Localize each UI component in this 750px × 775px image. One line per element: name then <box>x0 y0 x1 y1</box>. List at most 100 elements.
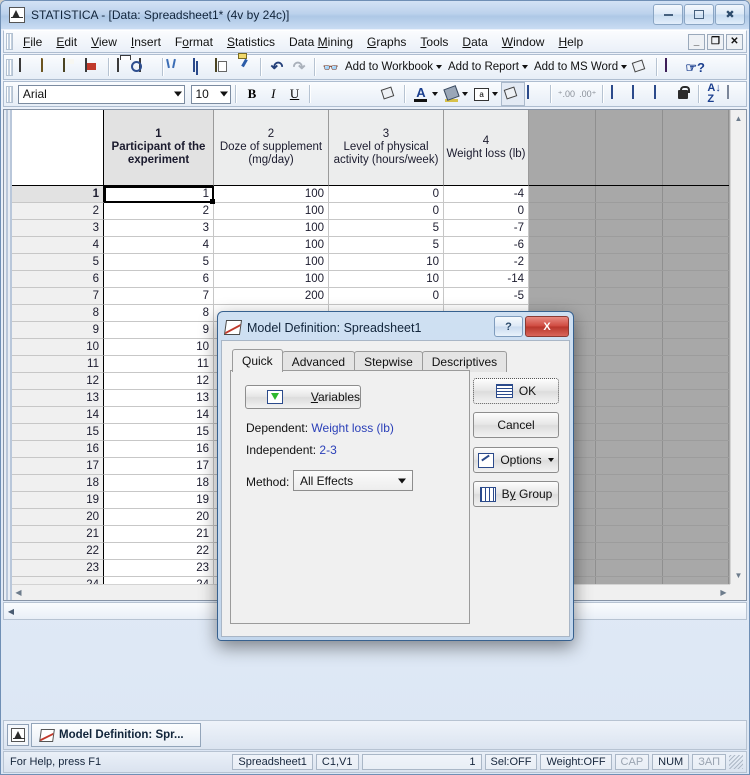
resize-grip[interactable] <box>729 755 743 769</box>
menu-tools[interactable]: Tools <box>413 32 455 52</box>
table-cell[interactable]: 18 <box>104 475 214 492</box>
table-cell[interactable]: 8 <box>104 305 214 322</box>
table-cell[interactable]: 14 <box>104 407 214 424</box>
column-header-4[interactable]: 4 Weight loss (lb) <box>444 110 529 186</box>
underline-button[interactable]: U <box>284 83 305 105</box>
row-header[interactable]: 14 <box>12 407 104 424</box>
vertical-scrollbar[interactable]: ▲ ▼ <box>730 110 746 584</box>
font-size-combo[interactable]: 10 <box>190 84 232 104</box>
menu-data[interactable]: Data <box>455 32 494 52</box>
row-header[interactable]: 21 <box>12 526 104 543</box>
help-pointer-icon[interactable]: ☞? <box>684 56 706 78</box>
format-painter-icon[interactable] <box>234 56 256 78</box>
table-cell[interactable]: 22 <box>104 543 214 560</box>
menu-format[interactable]: Format <box>168 32 220 52</box>
auto-report-icon[interactable] <box>630 56 652 78</box>
table-cell[interactable]: 10 <box>329 271 444 288</box>
table-cell[interactable]: 24 <box>104 577 214 584</box>
redo-icon[interactable]: ↷ <box>288 56 310 78</box>
grid-corner[interactable] <box>12 110 104 186</box>
row-header[interactable]: 7 <box>12 288 104 305</box>
variables-button[interactable]: Variables <box>245 385 361 409</box>
mdi-close-button[interactable]: ✕ <box>726 34 743 50</box>
table-cell[interactable]: 21 <box>104 526 214 543</box>
table-cell[interactable]: 100 <box>214 186 329 203</box>
italic-button[interactable]: I <box>263 83 284 105</box>
eraser-icon[interactable] <box>662 56 684 78</box>
row-header[interactable]: 8 <box>12 305 104 322</box>
open-folder-icon[interactable] <box>38 56 60 78</box>
column-header-3[interactable]: 3 Level of physical activity (hours/week… <box>329 110 444 186</box>
tag-icon[interactable] <box>501 82 525 106</box>
table-cell[interactable]: 15 <box>104 424 214 441</box>
dependent-value[interactable]: Weight loss (lb) <box>311 421 393 435</box>
maximize-button[interactable] <box>684 4 714 25</box>
paste-icon[interactable] <box>212 56 234 78</box>
table-cell[interactable]: 2 <box>104 203 214 220</box>
table-cell[interactable]: -14 <box>444 271 529 288</box>
row-header[interactable]: 2 <box>12 203 104 220</box>
row-header[interactable]: 18 <box>12 475 104 492</box>
scroll-down-icon[interactable]: ▼ <box>732 569 745 582</box>
table-cell[interactable]: 12 <box>104 373 214 390</box>
table-cell[interactable]: 200 <box>214 288 329 305</box>
close-button[interactable]: ✖ <box>715 4 745 25</box>
menu-statistics[interactable]: Statistics <box>220 32 282 52</box>
bold-button[interactable]: B <box>241 83 262 105</box>
case-specs-icon[interactable] <box>651 83 672 105</box>
menu-file[interactable]: FFileile <box>16 32 49 52</box>
fill-color-icon[interactable] <box>441 83 462 105</box>
tab-descriptives[interactable]: Descriptives <box>421 351 508 372</box>
table-cell[interactable]: 9 <box>104 322 214 339</box>
format-toolbar-grip[interactable] <box>6 85 13 103</box>
align-left-icon[interactable] <box>315 83 336 105</box>
table-cell[interactable]: 16 <box>104 441 214 458</box>
cell-border-icon[interactable]: a <box>471 83 492 105</box>
row-header[interactable]: 10 <box>12 339 104 356</box>
font-color-icon[interactable]: A <box>410 83 431 105</box>
row-header[interactable]: 3 <box>12 220 104 237</box>
table-cell[interactable]: 5 <box>329 237 444 254</box>
copy-icon[interactable] <box>190 56 212 78</box>
table-cell[interactable]: 20 <box>104 509 214 526</box>
table-cell[interactable]: 100 <box>214 203 329 220</box>
table-cell[interactable]: 0 <box>329 186 444 203</box>
column-header-1[interactable]: 1 Participant of the experiment <box>104 110 214 186</box>
new-document-icon[interactable] <box>16 56 38 78</box>
row-header[interactable]: 1 <box>12 186 104 203</box>
table-cell[interactable]: 19 <box>104 492 214 509</box>
row-header[interactable]: 11 <box>12 356 104 373</box>
row-header[interactable]: 22 <box>12 543 104 560</box>
add-variable-icon[interactable] <box>608 83 629 105</box>
add-to-ms-word-button[interactable]: Add to MS Word <box>531 61 630 73</box>
table-cell[interactable]: -2 <box>444 254 529 271</box>
table-cell[interactable]: 5 <box>329 220 444 237</box>
table-cell[interactable]: 10 <box>104 339 214 356</box>
cut-icon[interactable] <box>168 56 190 78</box>
table-cell[interactable]: 5 <box>104 254 214 271</box>
method-combo[interactable]: All Effects <box>293 470 413 491</box>
by-group-button[interactable]: By Group <box>473 481 559 507</box>
table-cell[interactable]: -4 <box>444 186 529 203</box>
table-cell[interactable]: 13 <box>104 390 214 407</box>
document-tab-model-definition[interactable]: Model Definition: Spr... <box>31 723 201 747</box>
menubar-grip[interactable] <box>6 33 13 50</box>
menu-view[interactable]: View <box>84 32 124 52</box>
row-header[interactable]: 20 <box>12 509 104 526</box>
tab-quick[interactable]: Quick <box>232 349 283 372</box>
undo-icon[interactable]: ↶ <box>266 56 288 78</box>
row-header[interactable]: 13 <box>12 390 104 407</box>
table-cell[interactable]: 11 <box>104 356 214 373</box>
row-header[interactable]: 24 <box>12 577 104 584</box>
text-wrap-icon[interactable] <box>379 83 400 105</box>
save-icon[interactable] <box>60 56 82 78</box>
font-name-combo[interactable]: Arial <box>17 84 185 104</box>
row-header[interactable]: 15 <box>12 424 104 441</box>
find-binoculars-icon[interactable]: 👓 <box>320 56 342 78</box>
select-all-icon[interactable] <box>725 83 746 105</box>
lock-icon[interactable] <box>672 83 693 105</box>
dialog-help-button[interactable]: ? <box>494 316 523 337</box>
main-toolbar-grip[interactable] <box>6 58 13 76</box>
row-header[interactable]: 4 <box>12 237 104 254</box>
ok-button[interactable]: OK <box>473 378 559 404</box>
